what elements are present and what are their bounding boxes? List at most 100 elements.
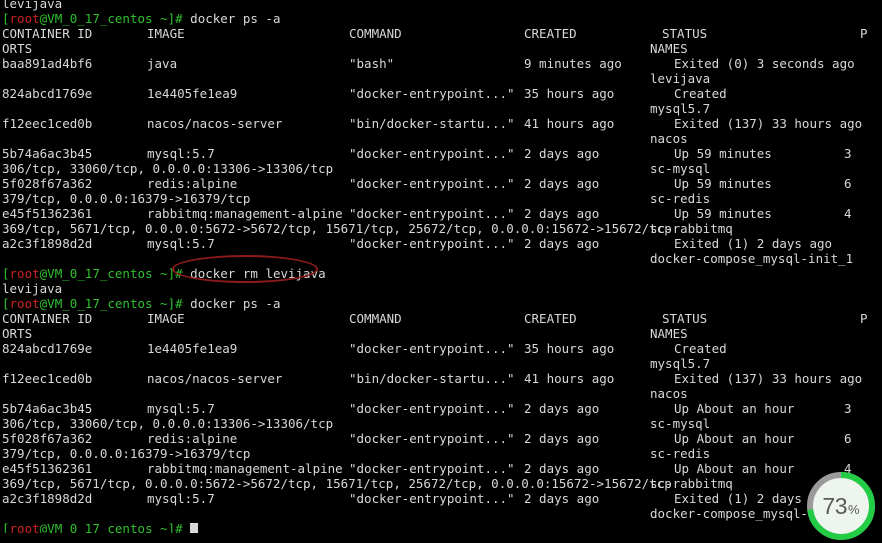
cell-status: Up 59 minutes — [674, 146, 772, 161]
header-created: CREATED — [524, 311, 577, 326]
prompt-user: root — [9, 11, 40, 26]
cpu-badge-unit: % — [848, 501, 860, 517]
cell-command: "bash" — [349, 56, 395, 71]
prompt-bracket: [ — [2, 11, 10, 26]
table-row: 824abcd1769e 1e4405fe1ea9 "docker-entrypoi… — [2, 341, 880, 356]
prompt-line-3[interactable]: [root@VM_0_17_centos ~]# docker ps -a — [2, 296, 880, 311]
table-row-wrap: sc-mysql 306/tcp, 33060/tcp, 0.0.0.0:1330… — [2, 161, 880, 176]
header-command: COMMAND — [349, 311, 402, 326]
cell-image: redis:alpine — [147, 431, 238, 446]
cell-names: docker-compose_mysql-init_1 — [650, 251, 854, 266]
prompt-line-4[interactable]: [root@VM_0_17_centos ~]# — [2, 521, 880, 533]
prompt-user: root — [9, 296, 40, 311]
header-ports-p: P — [860, 311, 868, 326]
cell-container-id: a2c3f1898d2d — [2, 236, 93, 251]
header-command: COMMAND — [349, 26, 402, 41]
table-row: 5f028f67a362 redis:alpine "docker-entrypoi… — [2, 176, 880, 191]
cell-names: sc-mysql — [650, 416, 711, 431]
cell-port-first-digit: 6 — [844, 176, 852, 191]
cell-ports: 306/tcp, 33060/tcp, 0.0.0.0:13306->13306… — [2, 161, 334, 176]
cell-command: "docker-entrypoint..." — [349, 206, 515, 221]
table-header-1: CONTAINER ID IMAGE COMMAND CREATED STATU… — [2, 26, 880, 41]
cell-image: mysql:5.7 — [147, 401, 215, 416]
cell-image: mysql:5.7 — [147, 236, 215, 251]
cell-image: rabbitmq:management-alpine — [147, 461, 343, 476]
prompt-user: root — [9, 521, 40, 533]
cell-created: 35 hours ago — [524, 341, 615, 356]
header-names: NAMES — [650, 326, 688, 341]
header-image: IMAGE — [147, 311, 185, 326]
cell-port-first-digit: 3 — [844, 146, 852, 161]
cell-image: mysql:5.7 — [147, 146, 215, 161]
table-row-wrap: sc-redis 379/tcp, 0.0.0.0:16379->16379/tc… — [2, 446, 880, 461]
table-row-wrap: nacos — [2, 386, 880, 401]
cell-container-id: baa891ad4bf6 — [2, 56, 93, 71]
output-line-rm-result: levijava — [2, 281, 880, 296]
cell-container-id: 5f028f67a362 — [2, 176, 93, 191]
table-row: 5b74a6ac3b45 mysql:5.7 "docker-entrypoint.… — [2, 146, 880, 161]
header-image: IMAGE — [147, 26, 185, 41]
clipped-top-text: levijava — [2, 0, 63, 11]
cell-command: "docker-entrypoint..." — [349, 341, 515, 356]
prompt-line-1[interactable]: [root@VM_0_17_centos ~]# docker ps -a — [2, 11, 880, 26]
header-created: CREATED — [524, 26, 577, 41]
cell-container-id: e45f51362361 — [2, 461, 93, 476]
prompt-host: @VM_0_17_centos ~]# — [39, 11, 183, 26]
cell-image: 1e4405fe1ea9 — [147, 86, 238, 101]
cell-image: redis:alpine — [147, 176, 238, 191]
cell-command: "docker-entrypoint..." — [349, 461, 515, 476]
header-ports-p: P — [860, 26, 868, 41]
cell-container-id: 824abcd1769e — [2, 341, 93, 356]
text-cursor[interactable] — [190, 523, 199, 533]
cell-command: "docker-entrypoint..." — [349, 401, 515, 416]
output-line-clipped: levijava — [2, 0, 880, 11]
cell-created: 2 days ago — [524, 206, 600, 221]
table-row-wrap: sc-mysql 306/tcp, 33060/tcp, 0.0.0.0:1330… — [2, 416, 880, 431]
cell-container-id: 5b74a6ac3b45 — [2, 401, 93, 416]
cell-container-id: f12eec1ced0b — [2, 371, 93, 386]
cell-created: 41 hours ago — [524, 371, 615, 386]
cell-created: 2 days ago — [524, 401, 600, 416]
table-row-wrap: sc-redis 379/tcp, 0.0.0.0:16379->16379/tc… — [2, 191, 880, 206]
table-row-wrap: docker-compose_mysql-init_1 — [2, 251, 880, 266]
table-row: baa891ad4bf6 java "bash" 9 minutes ago Exite… — [2, 56, 880, 71]
table-row: 5b74a6ac3b45 mysql:5.7 "docker-entrypoint.… — [2, 401, 880, 416]
table-row-wrap: mysql5.7 — [2, 356, 880, 371]
cell-names: nacos — [650, 131, 688, 146]
cell-created: 2 days ago — [524, 461, 600, 476]
prompt-bracket: [ — [2, 296, 10, 311]
cell-status: Exited (137) 33 hours ago — [674, 371, 863, 386]
table-row: f12eec1ced0b nacos/nacos-server "bin/docke… — [2, 371, 880, 386]
cell-created: 2 days ago — [524, 146, 600, 161]
cell-status: Up 59 minutes — [674, 206, 772, 221]
cell-container-id: e45f51362361 — [2, 206, 93, 221]
cell-command: "bin/docker-startu..." — [349, 116, 515, 131]
prompt-host: @VM_0_17_centos ~]# — [39, 266, 183, 281]
cell-created: 41 hours ago — [524, 116, 615, 131]
terminal-window[interactable]: levijava [root@VM_0_17_centos ~]# docker… — [0, 0, 882, 533]
table-row: f12eec1ced0b nacos/nacos-server "bin/docke… — [2, 116, 880, 131]
cell-image: nacos/nacos-server — [147, 371, 283, 386]
command-docker-ps-a-2: docker ps -a — [182, 296, 281, 311]
prompt-line-2[interactable]: [root@VM_0_17_centos ~]# docker rm levij… — [2, 266, 880, 281]
cell-command: "docker-entrypoint..." — [349, 236, 515, 251]
cell-image: nacos/nacos-server — [147, 116, 283, 131]
prompt-bracket: [ — [2, 521, 10, 533]
prompt-bracket: [ — [2, 266, 10, 281]
cell-created: 9 minutes ago — [524, 56, 622, 71]
cell-names: levijava — [650, 71, 711, 86]
cell-status: Up About an hour — [674, 461, 795, 476]
cell-names: sc-redis — [650, 446, 711, 461]
header-container-id: CONTAINER ID — [2, 311, 93, 326]
table-row-wrap: docker-compose_mysql-init — [2, 506, 880, 521]
prompt-host: @VM_0_17_centos ~]# — [39, 521, 183, 533]
table-row: 5f028f67a362 redis:alpine "docker-entrypoi… — [2, 431, 880, 446]
header-status: STATUS — [662, 311, 708, 326]
cell-command: "bin/docker-startu..." — [349, 371, 515, 386]
table-row: a2c3f1898d2d mysql:5.7 "docker-entrypoint.… — [2, 491, 880, 506]
header-status: STATUS — [662, 26, 708, 41]
cell-image: java — [147, 56, 178, 71]
table-header-wrap-2: ORTS NAMES — [2, 326, 880, 341]
table-row-wrap: sc-rabbitmq 369/tcp, 5671/tcp, 0.0.0.0:56… — [2, 476, 880, 491]
